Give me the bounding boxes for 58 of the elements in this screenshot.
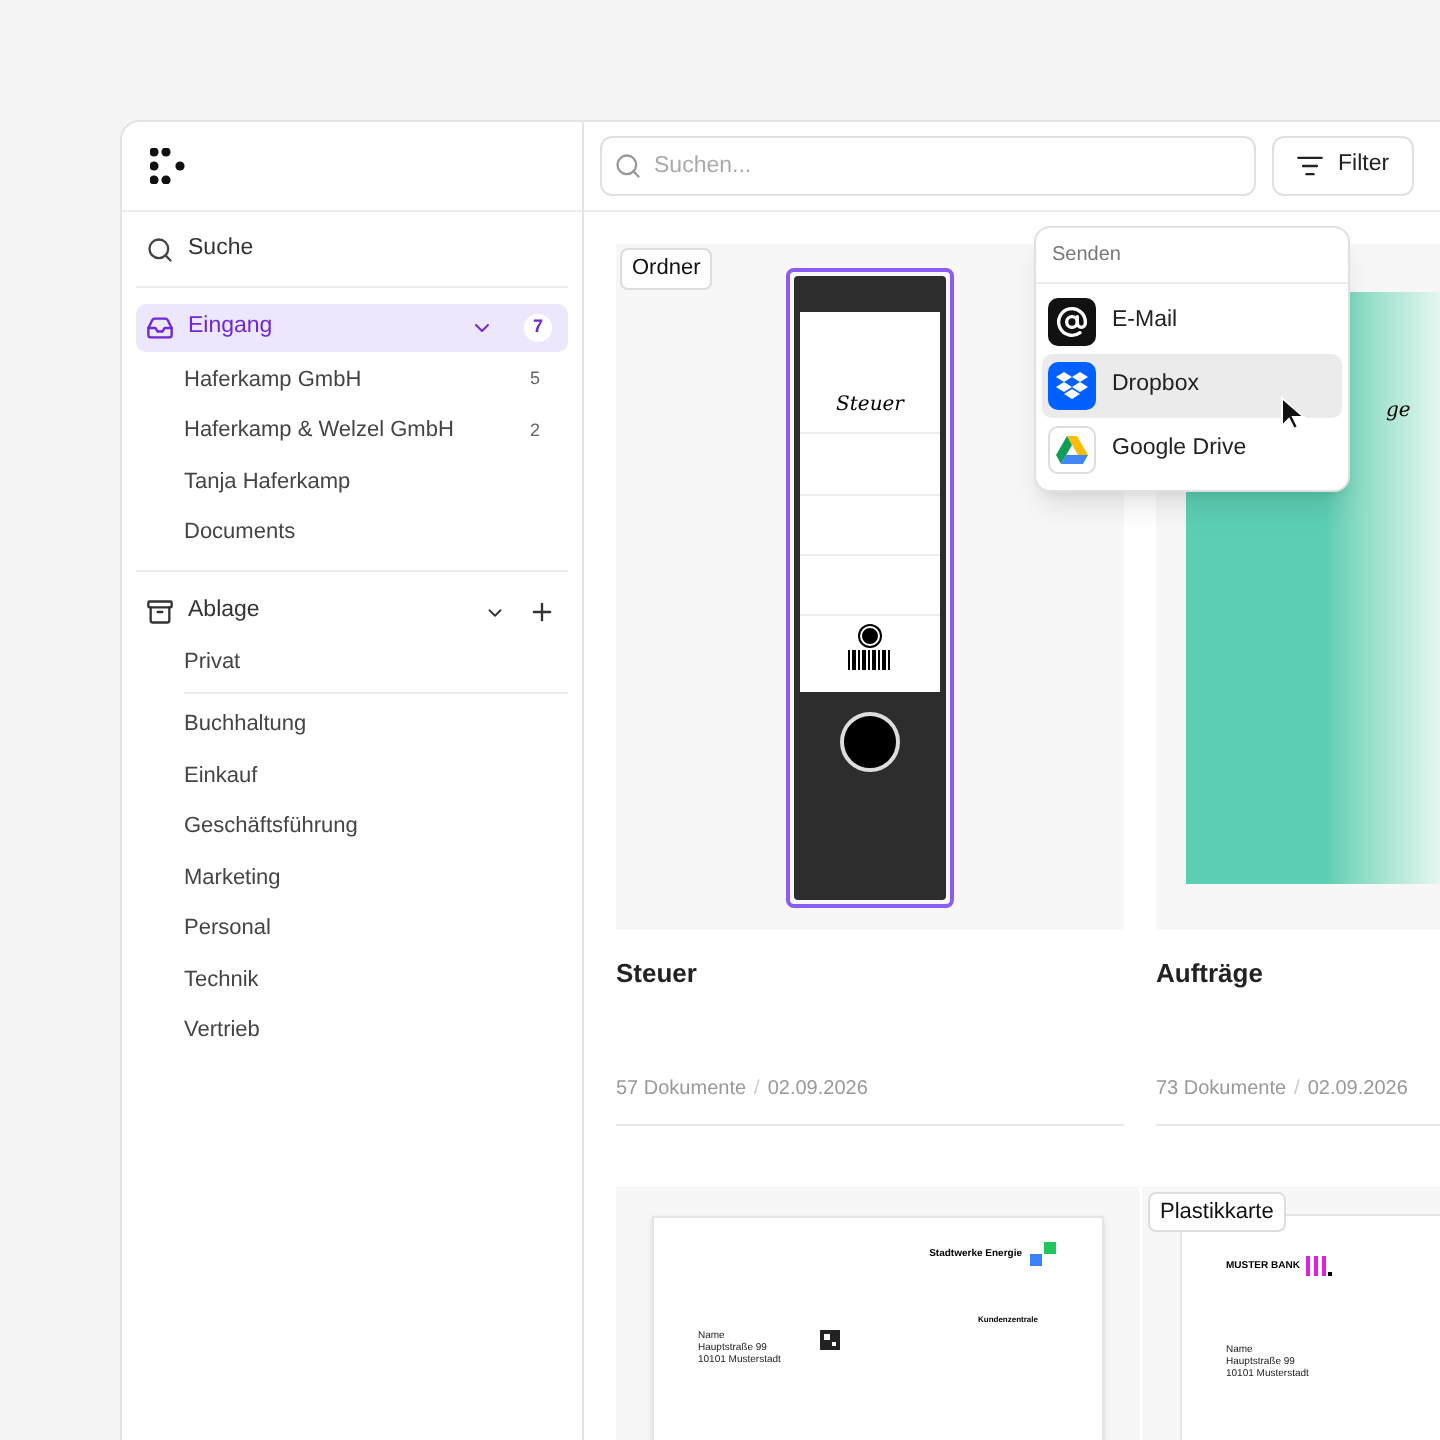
search-button[interactable]: Suche [136, 212, 568, 288]
count-badge: 7 [524, 314, 552, 342]
drive-icon [1048, 426, 1096, 474]
sidebar-item[interactable]: Personal [184, 903, 568, 954]
card-title[interactable]: Steuer [616, 954, 1124, 993]
sidebar-item[interactable]: Geschäftsführung [184, 801, 568, 852]
menu-item[interactable]: Dropbox [1042, 354, 1342, 418]
inbox-label: Eingang [188, 312, 275, 343]
separator: / [754, 1075, 760, 1103]
item-count: 2 [529, 417, 540, 443]
type-badge: Ordner [620, 248, 713, 289]
barcode-icon [848, 649, 892, 669]
spine-label: Steuer [836, 391, 904, 419]
sidebar-item[interactable]: Buchhaltung [184, 699, 568, 750]
sidebar-item[interactable]: Einkauf [184, 750, 568, 801]
logo-icon [860, 625, 880, 645]
at-sign-icon [1048, 298, 1096, 346]
sidebar-item[interactable]: Haferkamp & Welzel GmbH 2 [184, 405, 540, 456]
mouse-cursor-icon [1280, 396, 1306, 432]
sidebar-item[interactable]: Privat [184, 636, 568, 687]
inbox-item[interactable]: Eingang 7 [136, 304, 568, 352]
sidebar-item[interactable]: Documents [184, 507, 540, 558]
menu-title: Senden [1036, 228, 1348, 284]
dots-logo-icon [150, 148, 186, 184]
sidebar-item[interactable]: Technik [184, 954, 568, 1005]
squares-logo-icon [1030, 1241, 1058, 1269]
item-label: Tanja Haferkamp [184, 467, 351, 497]
menu-item[interactable]: E-Mail [1042, 290, 1342, 354]
search-field[interactable]: Suchen... [600, 136, 1256, 196]
card-date: 02.09.2026 [767, 1075, 868, 1103]
card-date: 02.09.2026 [1307, 1075, 1408, 1103]
separator: / [1294, 1075, 1300, 1103]
sidebar-item[interactable]: Tanja Haferkamp [184, 456, 540, 507]
document-count: 73 Dokumente [1156, 1075, 1287, 1103]
archive-icon [146, 598, 174, 626]
item-label: Haferkamp & Welzel GmbH [184, 416, 454, 446]
type-badge: Plastikkarte [1148, 1191, 1286, 1232]
item-label: Documents [184, 518, 296, 548]
folder-label: ge [1386, 398, 1411, 426]
sidebar-item[interactable]: Marketing [184, 852, 568, 903]
add-icon[interactable] [528, 598, 556, 626]
filter-icon [1296, 152, 1324, 180]
sidebar-item[interactable]: Haferkamp GmbH 5 [184, 354, 540, 405]
dropbox-icon [1048, 362, 1096, 410]
card-title[interactable]: Aufträge [1156, 954, 1440, 993]
ring-hole-icon [840, 711, 900, 771]
inbox-icon [146, 314, 174, 342]
search-icon [614, 152, 642, 180]
bank-logo-icon [1303, 1255, 1332, 1275]
search-icon [146, 235, 174, 263]
document-count: 57 Dokumente [616, 1075, 747, 1103]
sidebar-item[interactable]: Vertrieb [184, 1005, 568, 1056]
menu-item[interactable]: Google Drive [1042, 418, 1342, 482]
qr-code-icon [820, 1329, 841, 1349]
filter-button[interactable]: Filter [1272, 136, 1414, 196]
archive-label: Ablage [188, 596, 262, 627]
item-label: Haferkamp GmbH [184, 365, 362, 395]
item-count: 5 [529, 366, 540, 392]
